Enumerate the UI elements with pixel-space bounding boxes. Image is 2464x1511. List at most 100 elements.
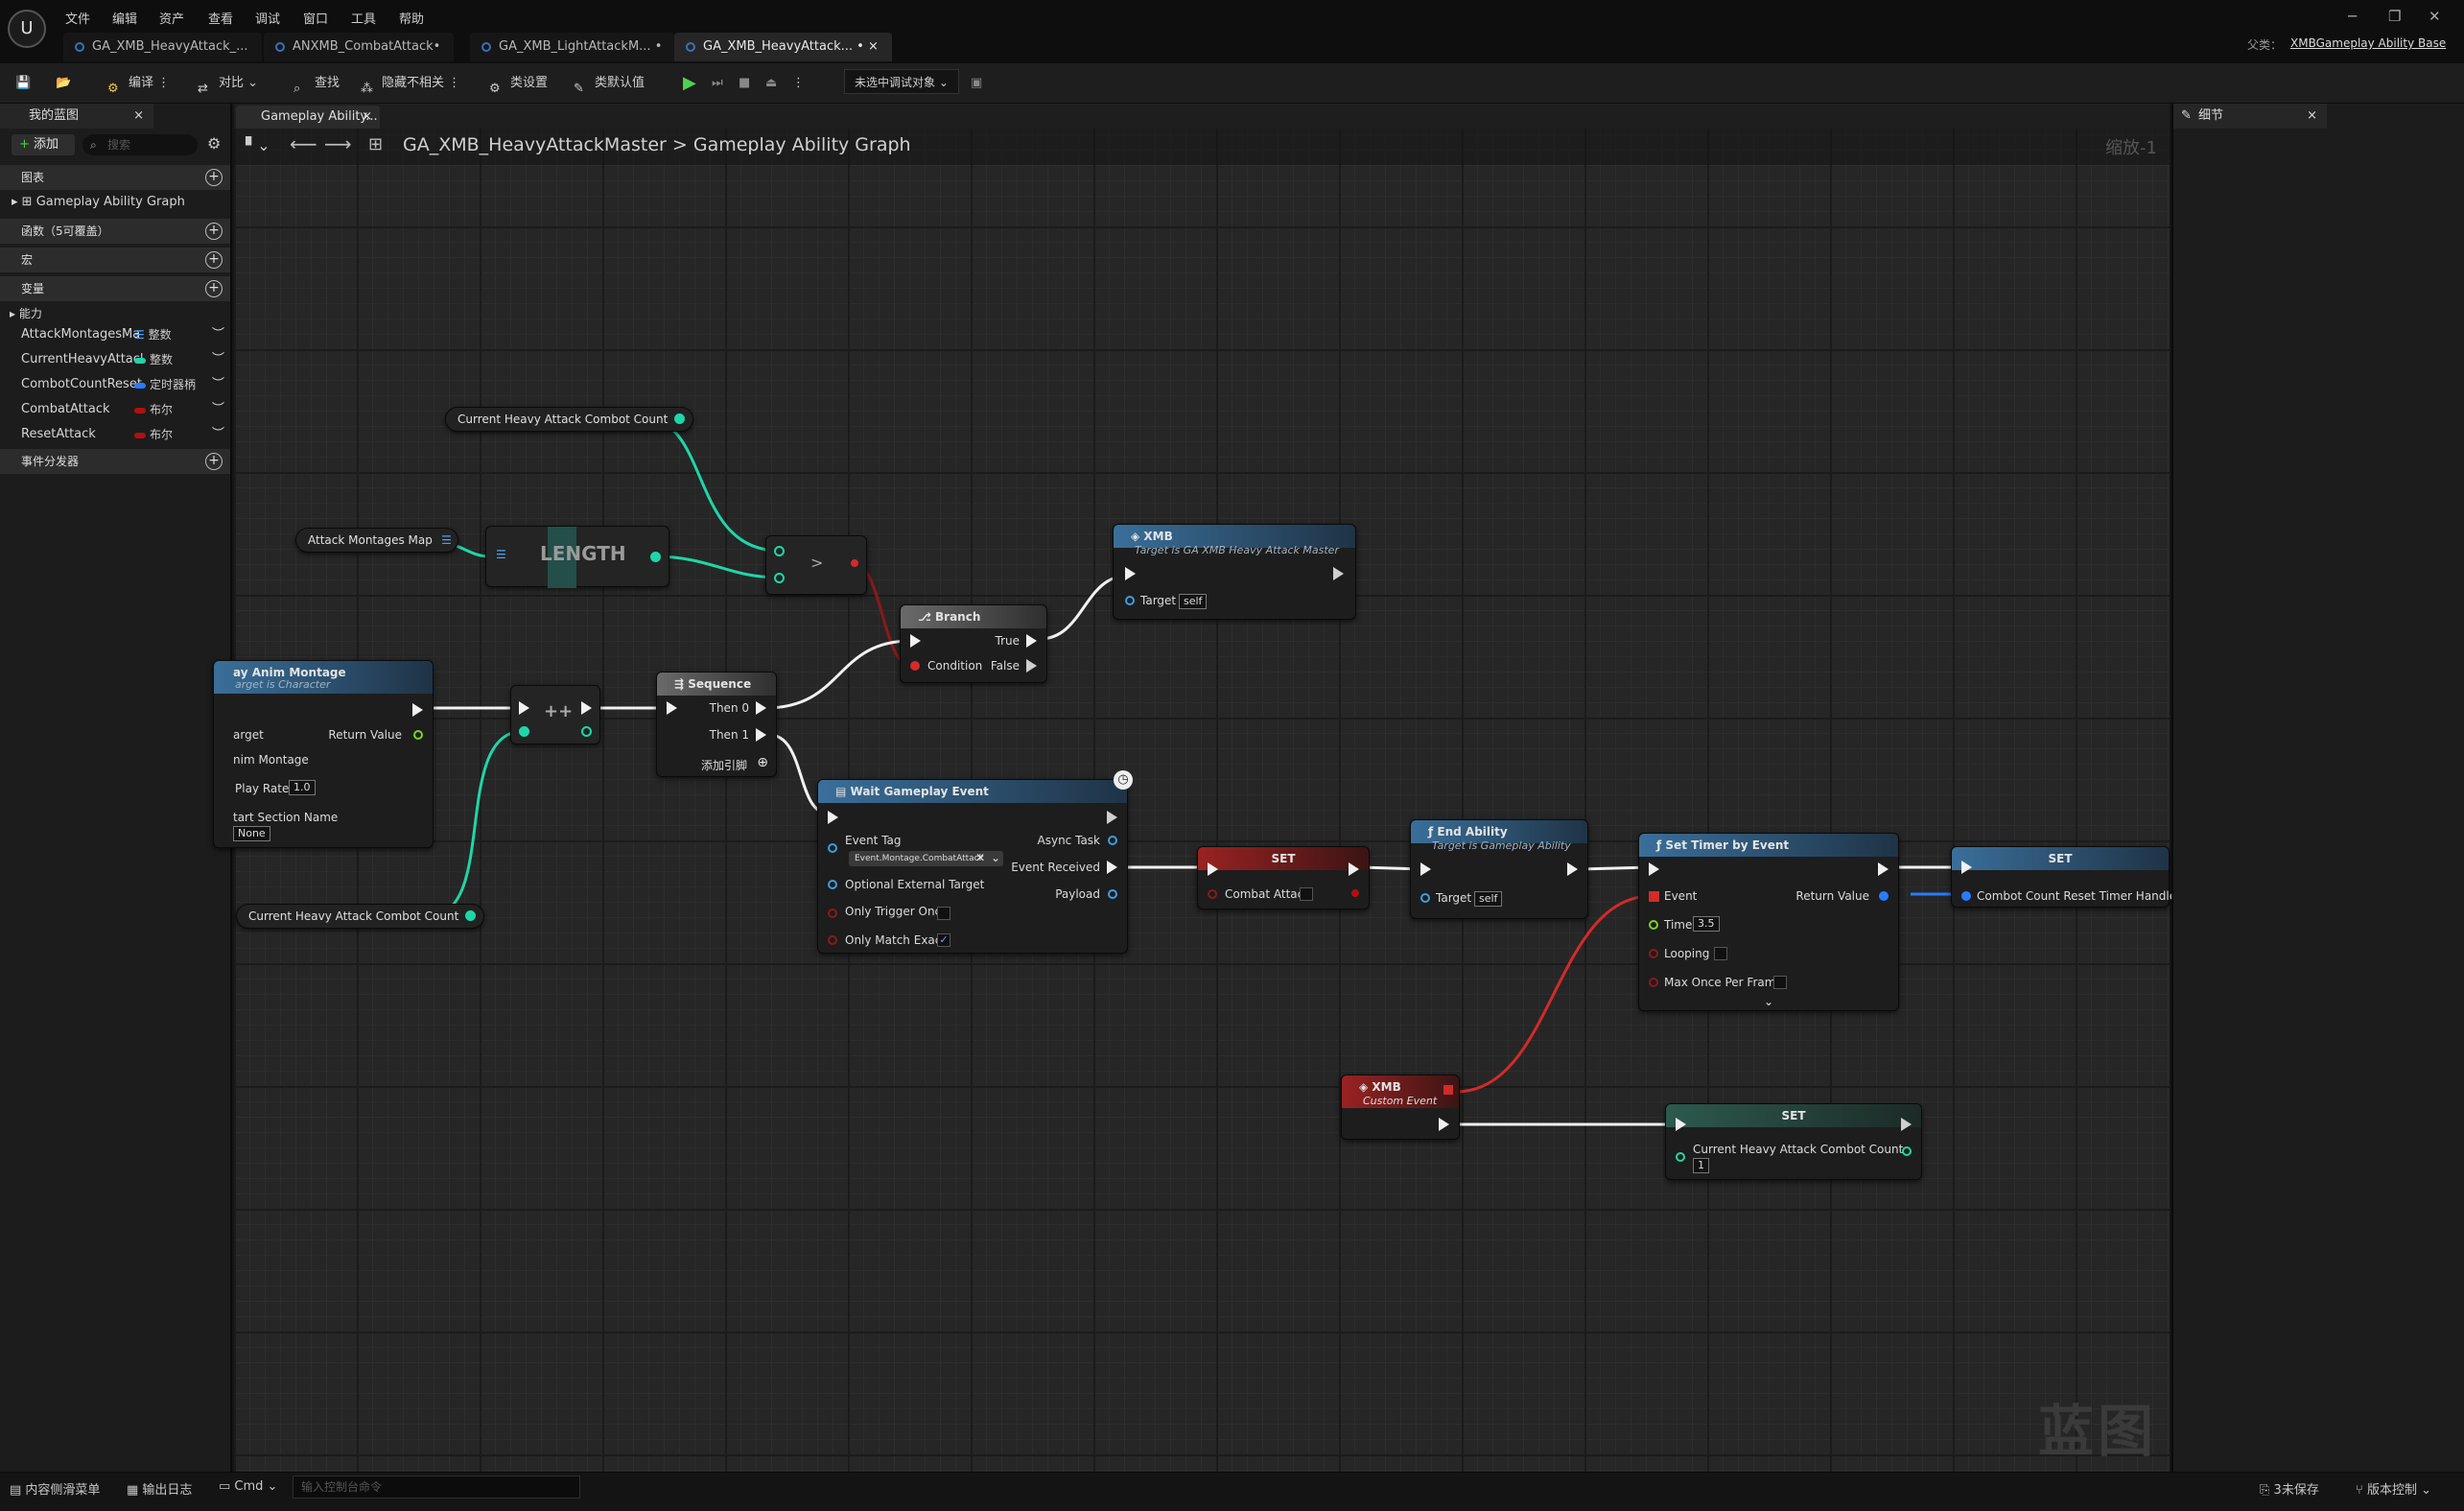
greater-input-a-pin[interactable] (774, 546, 785, 556)
combat-attack-input-pin[interactable] (1208, 889, 1217, 899)
graph-canvas[interactable] (234, 104, 2170, 1472)
set-combat-attack-node[interactable]: SET Combat Attack (1197, 846, 1370, 909)
eye-icon[interactable]: ︶ (212, 372, 224, 397)
save-icon[interactable]: 💾 (15, 69, 31, 98)
combo-count-output-pin[interactable] (1902, 1146, 1912, 1156)
sequence-node[interactable]: ⇶ Sequence Then 0 Then 1 添加引脚 ⊕ (656, 672, 777, 777)
combo-count-input-pin[interactable] (1676, 1152, 1685, 1162)
stop-icon[interactable]: ■ (739, 69, 750, 98)
find-button[interactable]: ⌕ 查找 (293, 69, 340, 98)
greater-output-pin[interactable] (851, 559, 858, 567)
browse-icon[interactable]: 📂 (56, 69, 71, 98)
tab-heavy-attack-base[interactable]: GA_XMB_HeavyAttack_... (63, 33, 262, 61)
get-attack-montages-map-node[interactable]: Attack Montages Map ☰ (295, 528, 458, 553)
variable-row[interactable]: ResetAttack 布尔 ︶ (0, 422, 230, 447)
compile-button[interactable]: ⚙ 编译 ⋮ (107, 69, 170, 98)
close-icon[interactable]: × (2307, 104, 2317, 129)
class-settings-button[interactable]: ⚙ 类设置 (489, 69, 548, 98)
section-graphs[interactable]: 图表 + (0, 165, 230, 190)
payload-pin[interactable] (1108, 889, 1117, 899)
exec-input-pin[interactable] (1208, 862, 1218, 876)
breadcrumb-asset[interactable]: GA_XMB_HeavyAttackMaster (403, 134, 667, 155)
return-value-pin[interactable] (413, 730, 423, 740)
then0-exec-pin[interactable] (756, 701, 766, 715)
restore-icon[interactable]: ❐ (2388, 8, 2401, 25)
set-timer-handle-node[interactable]: SET Combot Count Reset Timer Handle (1951, 846, 2176, 908)
add-pin-label[interactable]: 添加引脚 (701, 757, 747, 773)
parent-class-link[interactable]: XMBGameplay Ability Base (2290, 36, 2446, 50)
exec-output-pin[interactable] (1567, 862, 1578, 876)
exec-output-pin[interactable] (581, 701, 592, 715)
variable-row[interactable]: CombatAttack 布尔 ︶ (0, 397, 230, 422)
increment-output-pin[interactable] (581, 726, 592, 737)
get-combo-count-node[interactable]: Current Heavy Attack Combot Count (236, 904, 485, 929)
exec-output-pin[interactable] (1439, 1118, 1449, 1131)
section-variables[interactable]: 变量 + (0, 276, 230, 301)
branch-node[interactable]: ⎇ Branch True Condition False (900, 604, 1047, 683)
settings-gear-icon[interactable]: ⚙ (207, 134, 221, 153)
graph-menu-icon[interactable]: ▘⌄ (246, 136, 270, 154)
output-pin[interactable] (465, 910, 477, 921)
increment-node[interactable]: ++ (510, 685, 600, 744)
menu-file[interactable]: 文件 (65, 9, 90, 27)
menu-asset[interactable]: 资产 (159, 9, 184, 27)
exec-output-pin[interactable] (412, 703, 423, 717)
menu-help[interactable]: 帮助 (399, 9, 424, 27)
add-macro-icon[interactable]: + (205, 251, 223, 269)
delegate-output-pin[interactable] (1443, 1085, 1453, 1095)
tab-heavy-attack-master[interactable]: GA_XMB_HeavyAttack... • × (674, 33, 892, 61)
tab-combat-attack[interactable]: ANXMB_CombatAttack• (264, 33, 455, 61)
section-macros[interactable]: 宏 + (0, 248, 230, 272)
combat-attack-checkbox[interactable] (1300, 887, 1313, 901)
class-defaults-button[interactable]: ✎ 类默认值 (574, 69, 645, 98)
unsaved-button[interactable]: ⎘ 3未保存 (2260, 1479, 2319, 1498)
get-combo-count-node[interactable]: Current Heavy Attack Combot Count (445, 407, 694, 432)
time-pin[interactable] (1649, 920, 1658, 930)
version-control-button[interactable]: ⑂ 版本控制 ⌄ (2356, 1479, 2431, 1498)
back-arrow-icon[interactable]: ⟵ (290, 132, 317, 155)
then1-exec-pin[interactable] (756, 728, 766, 742)
exec-input-pin[interactable] (910, 634, 921, 648)
play-anim-montage-node[interactable]: ay Anim Montage arget is Character arget… (213, 660, 434, 848)
add-graph-icon[interactable]: + (205, 169, 223, 186)
section-event-dispatchers[interactable]: 事件分发器 + (0, 449, 230, 474)
exec-output-pin[interactable] (1333, 567, 1344, 580)
combo-count-value[interactable]: 1 (1693, 1158, 1709, 1173)
variable-row[interactable]: CurrentHeavyAttacl 整数 ︶ (0, 347, 230, 372)
remove-tag-icon[interactable]: ✕ (975, 851, 985, 864)
menu-debug[interactable]: 调试 (255, 9, 280, 27)
graph-item[interactable]: ▸ ⊞ Gameplay Ability Graph (0, 190, 230, 215)
event-tag-pin[interactable] (828, 843, 837, 853)
exec-input-pin[interactable] (519, 701, 529, 715)
variable-row[interactable]: AttackMontagesMa ☰ 整数 ︶ (0, 322, 230, 347)
set-combo-count-node[interactable]: SET Current Heavy Attack Combot Count 1 (1665, 1103, 1922, 1180)
hierarchy-icon[interactable]: ⊞ (368, 134, 383, 154)
tab-details[interactable]: ✎ 细节 × (2173, 104, 2327, 129)
forward-arrow-icon[interactable]: ⟶ (324, 132, 352, 155)
add-variable-icon[interactable]: + (205, 280, 223, 297)
section-functions[interactable]: 函数（5可覆盖） + (0, 219, 230, 244)
exec-output-pin[interactable] (1349, 862, 1359, 876)
wait-gameplay-event-node[interactable]: ▤ Wait Gameplay Event ◷ Event Tag Event.… (817, 770, 1133, 954)
tab-gameplay-ability-graph[interactable]: Gameplay Ability... × (236, 106, 380, 129)
event-received-exec-pin[interactable] (1107, 861, 1117, 874)
tab-light-attack[interactable]: GA_XMB_LightAttackM... • (470, 33, 676, 61)
max-once-checkbox[interactable] (1773, 976, 1787, 989)
eye-icon[interactable]: ︶ (212, 347, 224, 372)
trigger-once-pin[interactable] (828, 909, 837, 918)
exec-input-pin[interactable] (1961, 861, 1972, 874)
optional-target-pin[interactable] (828, 880, 837, 889)
eye-icon[interactable]: ︶ (212, 422, 224, 447)
exec-output-pin[interactable] (1107, 811, 1117, 824)
length-output-pin[interactable] (650, 552, 661, 562)
eye-icon[interactable]: ︶ (212, 322, 224, 347)
breadcrumb-graph[interactable]: Gameplay Ability Graph (693, 134, 911, 155)
target-value[interactable]: self (1474, 891, 1503, 907)
eject-icon[interactable]: ⏏ (765, 69, 777, 98)
length-node[interactable]: LENGTH ☰ (485, 526, 669, 588)
unreal-logo-icon[interactable]: U (8, 10, 46, 48)
eye-icon[interactable]: ︶ (212, 397, 224, 422)
diff-button[interactable]: ⇄ 对比 ⌄ (198, 69, 258, 98)
exec-output-pin[interactable] (1878, 862, 1889, 876)
debug-object-select[interactable]: 未选中调试对象 ⌄ (844, 69, 959, 94)
